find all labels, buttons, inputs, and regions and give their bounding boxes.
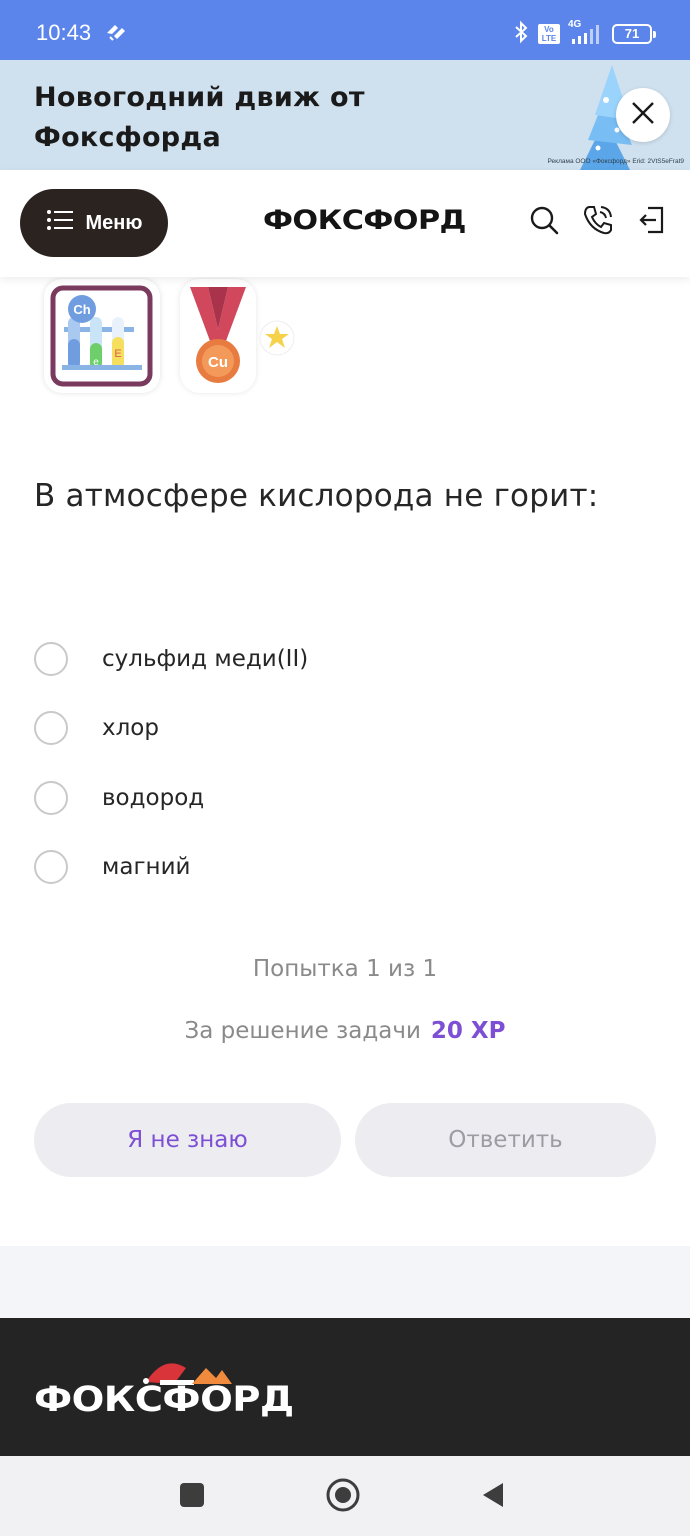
promo-legal-text: Реклама ООО «Фоксфорд» Erid: 2VtS5eFrat9: [547, 158, 685, 165]
answer-option[interactable]: магний: [34, 833, 654, 903]
radio-button[interactable]: [34, 780, 68, 815]
site-header: Меню ФОКСФОРД: [0, 170, 690, 277]
search-button[interactable]: [526, 204, 562, 240]
status-time: 10:43: [36, 20, 92, 45]
option-label: хлор: [102, 715, 159, 742]
app-notification-icon: [104, 22, 128, 46]
option-label: сульфид меди(II): [102, 645, 309, 672]
chemistry-badge: Ch e E: [44, 279, 160, 393]
answer-options: сульфид меди(II) хлор водород магний: [34, 624, 654, 902]
header-logo[interactable]: ФОКСФОРД: [263, 205, 466, 236]
close-icon: [631, 101, 655, 129]
radio-button[interactable]: [34, 850, 68, 885]
site-footer: ФОКСФОРД: [0, 1318, 690, 1456]
menu-list-icon: [46, 209, 74, 237]
reward-text: За решение задачи: [184, 1018, 421, 1044]
phone-call-icon: [582, 204, 614, 240]
back-triangle-icon: [479, 1481, 507, 1513]
copper-medal-badge: Cu: [180, 279, 256, 393]
status-bar: 10:43 Vo LTE 4G 71: [0, 0, 690, 60]
login-button[interactable]: [634, 204, 670, 240]
signal-icon: 4G: [568, 19, 604, 45]
back-button[interactable]: [476, 1480, 510, 1514]
reward-xp: 20 XP: [430, 1018, 506, 1044]
answer-option[interactable]: сульфид меди(II): [34, 624, 654, 694]
recents-button[interactable]: [175, 1480, 209, 1514]
promo-title: Новогодний движ от Фоксфорда: [34, 82, 365, 153]
achievement-badges: Ch e E Cu: [0, 277, 690, 402]
bluetooth-icon: [512, 20, 530, 48]
menu-label: Меню: [85, 211, 143, 234]
search-icon: [528, 204, 560, 240]
square-icon: [179, 1482, 205, 1512]
dont-know-button[interactable]: Я не знаю: [34, 1103, 341, 1177]
phone-button[interactable]: [580, 204, 616, 240]
radio-button[interactable]: [34, 711, 68, 746]
volte-badge: Vo LTE: [538, 24, 560, 44]
footer-logo[interactable]: ФОКСФОРД: [34, 1380, 294, 1420]
close-promo-button[interactable]: [616, 88, 670, 142]
reward-info: За решение задачи 20 XP: [0, 1018, 690, 1044]
home-button[interactable]: [326, 1478, 360, 1516]
medal-label: Cu: [208, 354, 228, 371]
question-text: В атмосфере кислорода не горит:: [34, 478, 599, 514]
flask-tube-letter-1: e: [93, 357, 99, 368]
option-label: магний: [102, 854, 191, 881]
attempt-counter: Попытка 1 из 1: [252, 956, 438, 982]
promo-banner[interactable]: Новогодний движ от Фоксфорда Реклама ООО…: [0, 60, 690, 170]
flask-label: Ch: [73, 302, 90, 317]
answer-option[interactable]: хлор: [34, 694, 654, 764]
submit-answer-button[interactable]: Ответить: [355, 1103, 656, 1177]
flask-tube-letter-2: E: [114, 348, 121, 360]
answer-option[interactable]: водород: [34, 763, 654, 833]
status-icons: Vo LTE 4G 71: [512, 19, 656, 48]
system-navigation-bar: [0, 1456, 690, 1536]
battery-indicator: 71: [612, 24, 656, 44]
option-label: водород: [102, 784, 205, 811]
star-icon: [258, 319, 296, 361]
menu-button[interactable]: Меню: [20, 189, 168, 257]
home-circle-icon: [326, 1478, 360, 1516]
section-divider: [0, 1246, 690, 1318]
login-icon: [636, 204, 668, 240]
radio-button[interactable]: [34, 641, 68, 676]
